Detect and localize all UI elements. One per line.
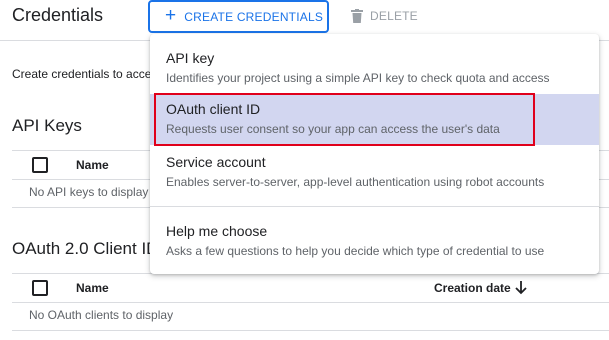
menu-item-service-account[interactable]: Service account Enables server-to-server… [150,147,599,197]
plus-icon: + [165,5,177,26]
menu-divider [150,206,599,207]
create-credentials-button[interactable]: + CREATE CREDENTIALS [148,0,329,33]
column-name[interactable]: Name [76,281,109,295]
api-keys-title: API Keys [12,116,82,135]
oauth-clients-title: OAuth 2.0 Client IDs [12,239,150,258]
menu-item-description: Identifies your project using a simple A… [166,71,550,85]
create-credentials-label: CREATE CREDENTIALS [184,9,324,24]
menu-item-label: Service account [166,154,266,170]
menu-item-description: Asks a few questions to help you decide … [166,244,545,258]
select-all-checkbox[interactable] [32,280,48,296]
oauth-row-divider [12,330,609,331]
trash-icon [351,9,363,23]
selection-highlight-box [154,93,535,146]
create-credentials-menu: API key Identifies your project using a … [150,34,599,274]
menu-item-description: Enables server-to-server, app-level auth… [166,175,545,189]
delete-button[interactable]: DELETE [351,4,418,28]
sort-descending-icon[interactable] [515,281,527,295]
menu-item-label: Help me choose [166,223,268,239]
page-title: Credentials [12,5,104,25]
delete-label: DELETE [370,9,418,23]
oauth-table-header: Name Creation date [12,273,609,303]
menu-item-label: API key [166,50,215,66]
column-name[interactable]: Name [76,158,109,172]
select-all-checkbox[interactable] [32,157,48,173]
intro-text: Create credentials to access your enable… [12,67,150,81]
menu-item-help-me-choose[interactable]: Help me choose Asks a few questions to h… [150,216,599,266]
oauth-empty-message: No OAuth clients to display [29,308,174,322]
api-keys-empty-message: No API keys to display [29,185,149,199]
menu-item-api-key[interactable]: API key Identifies your project using a … [150,44,599,92]
column-creation-date[interactable]: Creation date [434,281,511,295]
